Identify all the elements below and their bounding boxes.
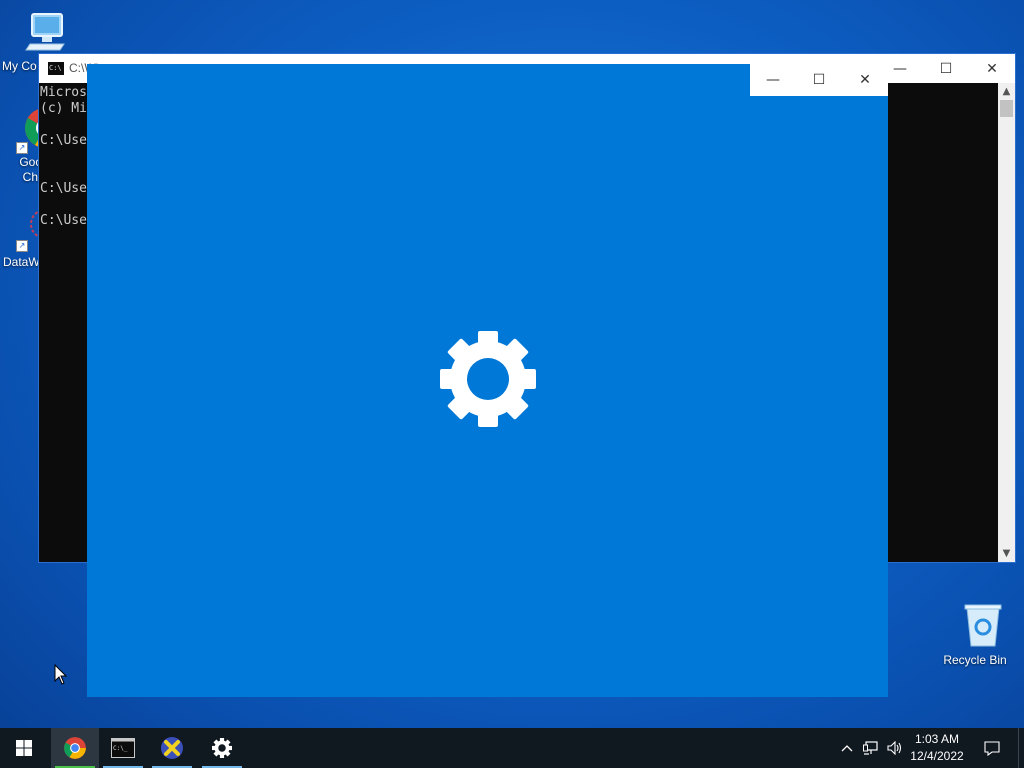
maximize-icon: ☐ (812, 72, 826, 88)
show-desktop-button[interactable] (1018, 728, 1024, 768)
shortcut-arrow-icon: ↗ (16, 142, 28, 154)
cmd-icon: C:\ (48, 62, 64, 75)
clock-time: 1:03 AM (914, 732, 960, 746)
recycle-bin-icon (964, 604, 1001, 647)
maximize-icon: ☐ (939, 60, 953, 77)
chrome-icon (64, 737, 86, 759)
minimize-icon: — (766, 72, 780, 88)
terminal-icon: C:\_ (111, 738, 135, 758)
close-icon: ✕ (859, 72, 871, 88)
taskbar-cmd[interactable]: C:\_ (99, 728, 147, 768)
shortcut-arrow-icon: ↗ (16, 240, 28, 252)
splash-window-controls: — ☐ ✕ (750, 64, 888, 96)
gear-icon (440, 331, 536, 427)
network-icon (863, 741, 878, 755)
scroll-down-arrow-icon[interactable]: ▼ (998, 545, 1015, 562)
maximize-button[interactable]: ☐ (923, 54, 969, 83)
notification-icon (984, 740, 1000, 756)
vertical-scrollbar[interactable]: ▲ ▼ (998, 83, 1015, 562)
close-icon: ✕ (986, 60, 998, 77)
minimize-button[interactable]: — (750, 64, 796, 96)
speaker-icon (887, 741, 902, 755)
maximize-button[interactable]: ☐ (796, 64, 842, 96)
action-center-button[interactable] (978, 728, 1006, 768)
x-app-icon (161, 737, 183, 759)
network-tray-icon[interactable] (860, 728, 882, 768)
chevron-up-icon (841, 745, 853, 752)
close-button[interactable]: ✕ (969, 54, 1015, 83)
svg-text:C:\_: C:\_ (113, 745, 128, 752)
scroll-thumb[interactable] (1000, 100, 1013, 117)
taskbar-app-x[interactable] (148, 728, 196, 768)
taskbar-settings[interactable] (198, 728, 246, 768)
desktop-icon-recycle-bin[interactable]: Recycle Bin (938, 602, 1012, 668)
taskbar: C:\_ 1:03 AM 12/4/2022 (0, 728, 1024, 768)
computer-icon (25, 13, 65, 51)
tray-overflow-button[interactable] (838, 728, 856, 768)
close-button[interactable]: ✕ (842, 64, 888, 96)
taskbar-chrome[interactable] (51, 728, 99, 768)
taskbar-clock[interactable]: 1:03 AM 12/4/2022 (902, 731, 972, 765)
windows-logo-icon (16, 740, 32, 756)
start-button[interactable] (0, 728, 48, 768)
scroll-up-arrow-icon[interactable]: ▲ (998, 83, 1015, 100)
desktop-icon-label: Recycle Bin (943, 653, 1007, 667)
minimize-icon: — (893, 60, 907, 77)
gear-icon (212, 738, 232, 758)
mouse-cursor-icon (54, 664, 68, 685)
clock-date: 12/4/2022 (910, 749, 964, 763)
